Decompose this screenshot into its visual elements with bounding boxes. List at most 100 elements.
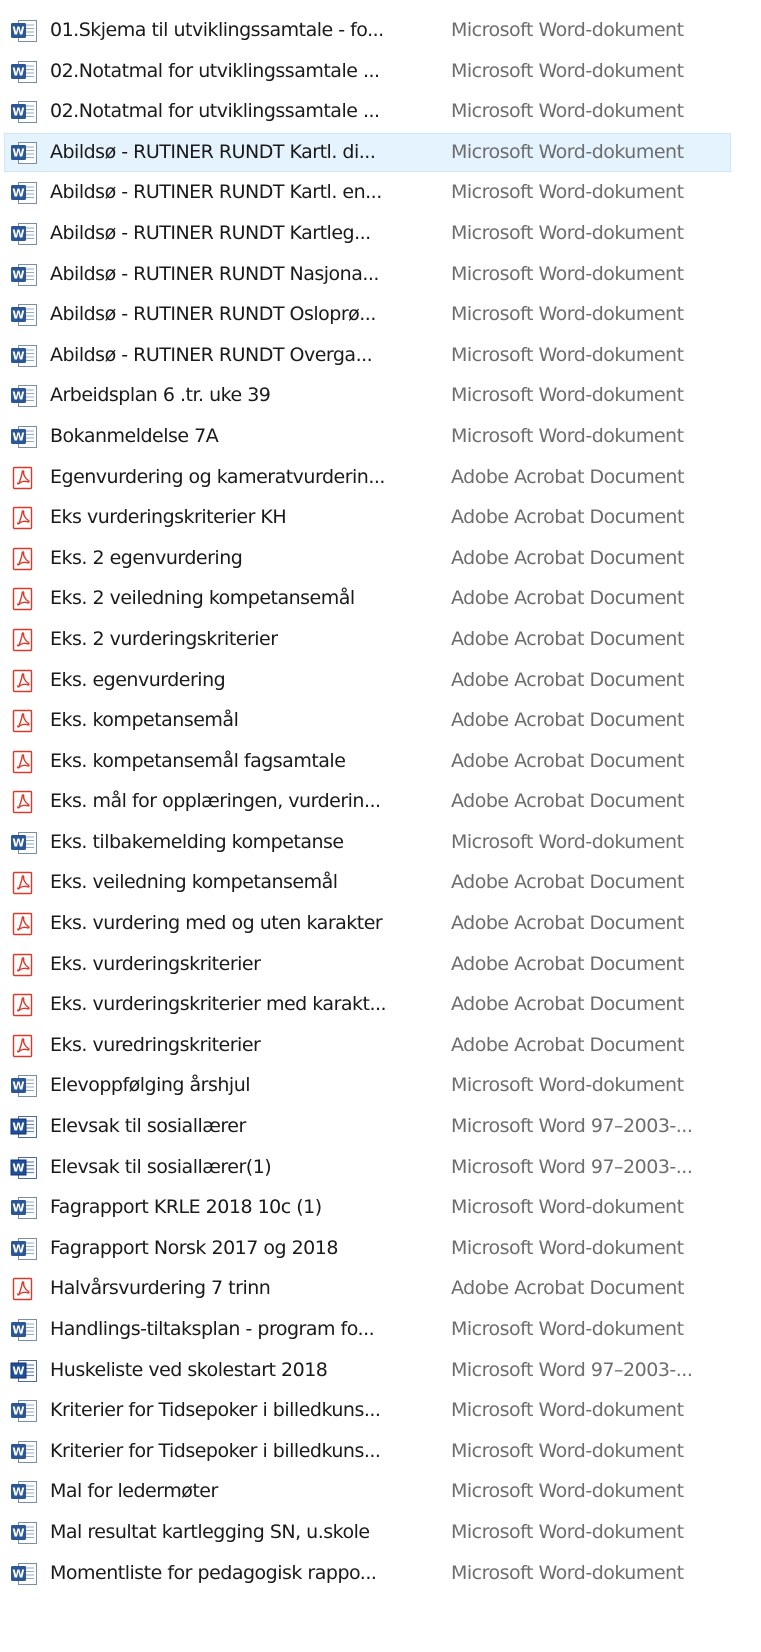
file-row[interactable]: W Abildsø - RUTINER RUNDT Kartl. en... Mi…: [4, 173, 731, 212]
file-name: Eks. kompetansemål fagsamtale: [50, 749, 346, 772]
file-name: Momentliste for pedagogisk rappo...: [50, 1561, 377, 1584]
file-row[interactable]: W Elevsak til sosiallærer(1) Microsoft Wo…: [4, 1148, 731, 1187]
svg-text:W: W: [12, 1161, 24, 1174]
file-row[interactable]: Eks. mål for opplæringen, vurderin... Ado…: [4, 782, 731, 821]
pdf-icon: [10, 993, 38, 1017]
file-type: Adobe Acrobat Document: [451, 790, 684, 813]
svg-text:W: W: [12, 1445, 24, 1458]
file-type: Microsoft Word-dokument: [451, 1520, 684, 1543]
pdf-icon: [10, 506, 38, 530]
file-name: Bokanmeldelse 7A: [50, 424, 219, 447]
file-name: Eks. vuredringskriterier: [50, 1033, 261, 1056]
file-name: 02.Notatmal for utviklingssamtale ...: [50, 100, 380, 123]
file-row[interactable]: Eks. 2 vurderingskriterier Adobe Acrobat …: [4, 620, 731, 659]
file-row[interactable]: W Fagrapport KRLE 2018 10c (1) Microsoft …: [4, 1188, 731, 1227]
file-row[interactable]: W Abildsø - RUTINER RUNDT Nasjona... Micr…: [4, 255, 731, 294]
pdf-icon: [10, 750, 38, 774]
word-docx-icon: W: [10, 1480, 38, 1504]
file-row[interactable]: W Fagrapport Norsk 2017 og 2018 Microsoft…: [4, 1229, 731, 1268]
file-row[interactable]: Eks vurderingskriterier KH Adobe Acrobat …: [4, 498, 731, 537]
file-row[interactable]: Eks. veiledning kompetansemål Adobe Acrob…: [4, 863, 731, 902]
file-row[interactable]: W Kriterier for Tidsepoker i billedkuns.…: [4, 1391, 731, 1430]
file-row[interactable]: Eks. kompetansemål fagsamtale Adobe Acrob…: [4, 742, 731, 781]
file-row[interactable]: Eks. vuredringskriterier Adobe Acrobat Do…: [4, 1026, 731, 1065]
file-type: Microsoft Word-dokument: [451, 830, 684, 853]
svg-text:W: W: [12, 227, 24, 240]
file-type: Adobe Acrobat Document: [451, 587, 684, 610]
file-type: Adobe Acrobat Document: [451, 546, 684, 569]
word-docx-icon: W: [10, 1521, 38, 1545]
svg-text:W: W: [12, 349, 24, 362]
file-row[interactable]: W Eks. tilbakemelding kompetanse Microsof…: [4, 823, 731, 862]
word-docx-icon: W: [10, 1562, 38, 1586]
word-docx-icon: W: [10, 222, 38, 246]
file-row[interactable]: Halvårsvurdering 7 trinn Adobe Acrobat Do…: [4, 1269, 731, 1308]
file-row[interactable]: W Arbeidsplan 6 .tr. uke 39 Microsoft Wor…: [4, 376, 731, 415]
file-row[interactable]: Eks. vurderingskriterier med karakt... Ad…: [4, 985, 731, 1024]
file-row[interactable]: W Mal resultat kartlegging SN, u.skole Mi…: [4, 1513, 731, 1552]
file-name: Eks. 2 egenvurdering: [50, 546, 243, 569]
file-row[interactable]: W Huskeliste ved skolestart 2018 Microsof…: [4, 1351, 731, 1390]
pdf-icon: [10, 628, 38, 652]
file-row[interactable]: W Abildsø - RUTINER RUNDT Overga... Micro…: [4, 336, 731, 375]
file-row[interactable]: Eks. egenvurdering Adobe Acrobat Document: [4, 661, 731, 700]
file-row[interactable]: Eks. 2 veiledning kompetansemål Adobe Acr…: [4, 579, 731, 618]
svg-text:W: W: [12, 187, 24, 200]
file-name: Fagrapport KRLE 2018 10c (1): [50, 1196, 322, 1219]
file-name: Elevsak til sosiallærer: [50, 1115, 246, 1138]
file-name: Eks. veiledning kompetansemål: [50, 871, 338, 894]
file-row[interactable]: W 01.Skjema til utviklingssamtale - fo..…: [4, 11, 731, 50]
word-doc-icon: W: [10, 1115, 38, 1139]
file-row[interactable]: W 02.Notatmal for utviklingssamtale ... M…: [4, 92, 731, 131]
file-type: Microsoft Word-dokument: [451, 343, 684, 366]
file-row[interactable]: Egenvurdering og kameratvurderin... Adobe…: [4, 458, 731, 497]
file-name: Elevoppfølging årshjul: [50, 1074, 251, 1097]
pdf-icon: [10, 953, 38, 977]
file-type: Adobe Acrobat Document: [451, 506, 684, 529]
word-docx-icon: W: [10, 303, 38, 327]
svg-text:W: W: [12, 836, 24, 849]
file-name: Eks. 2 veiledning kompetansemål: [50, 587, 355, 610]
file-row[interactable]: Eks. vurderingskriterier Adobe Acrobat Do…: [4, 945, 731, 984]
word-doc-icon: W: [10, 1359, 38, 1383]
word-docx-icon: W: [10, 263, 38, 287]
file-name: Abildsø - RUTINER RUNDT Osloprø...: [50, 303, 376, 326]
file-name: Kriterier for Tidsepoker i billedkuns...: [50, 1399, 381, 1422]
file-name: Halvårsvurdering 7 trinn: [50, 1277, 271, 1300]
word-docx-icon: W: [10, 1318, 38, 1342]
pdf-icon: [10, 587, 38, 611]
svg-text:W: W: [12, 390, 24, 403]
svg-text:W: W: [12, 268, 24, 281]
file-name: Arbeidsplan 6 .tr. uke 39: [50, 384, 271, 407]
file-name: Eks. egenvurdering: [50, 668, 226, 691]
file-row[interactable]: W Elevoppfølging årshjul Microsoft Word-d…: [4, 1066, 731, 1105]
file-name: Abildsø - RUTINER RUNDT Kartl. di...: [50, 140, 376, 163]
file-name: Fagrapport Norsk 2017 og 2018: [50, 1236, 338, 1259]
file-row[interactable]: Eks. 2 egenvurdering Adobe Acrobat Docume…: [4, 539, 731, 578]
file-type: Adobe Acrobat Document: [451, 709, 684, 732]
file-row[interactable]: W Mal for ledermøter Microsoft Word-dokum…: [4, 1472, 731, 1511]
file-row[interactable]: W Bokanmeldelse 7A Microsoft Word-dokumen…: [4, 417, 731, 456]
word-docx-icon: W: [10, 344, 38, 368]
file-list: W 01.Skjema til utviklingssamtale - fo..…: [0, 11, 761, 1593]
file-row[interactable]: W Momentliste for pedagogisk rappo... Mic…: [4, 1554, 731, 1593]
file-type: Microsoft Word-dokument: [451, 424, 684, 447]
file-row[interactable]: W Abildsø - RUTINER RUNDT Kartl. di... Mi…: [4, 132, 731, 172]
file-row[interactable]: Eks. vurdering med og uten karakter Adobe…: [4, 904, 731, 943]
word-docx-icon: W: [10, 19, 38, 43]
file-row[interactable]: W Abildsø - RUTINER RUNDT Osloprø... Micr…: [4, 295, 731, 334]
file-row[interactable]: W Elevsak til sosiallærer Microsoft Word …: [4, 1107, 731, 1146]
svg-text:W: W: [12, 1121, 24, 1134]
file-row[interactable]: W Abildsø - RUTINER RUNDT Kartleg... Micr…: [4, 214, 731, 253]
file-row[interactable]: Eks. kompetansemål Adobe Acrobat Document: [4, 701, 731, 740]
file-row[interactable]: W 02.Notatmal for utviklingssamtale ... M…: [4, 52, 731, 91]
svg-text:W: W: [12, 25, 24, 38]
file-type: Microsoft Word-dokument: [451, 1074, 684, 1097]
svg-text:W: W: [12, 430, 24, 443]
pdf-icon: [10, 547, 38, 571]
file-row[interactable]: W Handlings-tiltaksplan - program fo... M…: [4, 1310, 731, 1349]
file-row[interactable]: W Kriterier for Tidsepoker i billedkuns.…: [4, 1432, 731, 1471]
file-type: Microsoft Word-dokument: [451, 1561, 684, 1584]
word-docx-icon: W: [10, 384, 38, 408]
word-docx-icon: W: [10, 141, 38, 165]
